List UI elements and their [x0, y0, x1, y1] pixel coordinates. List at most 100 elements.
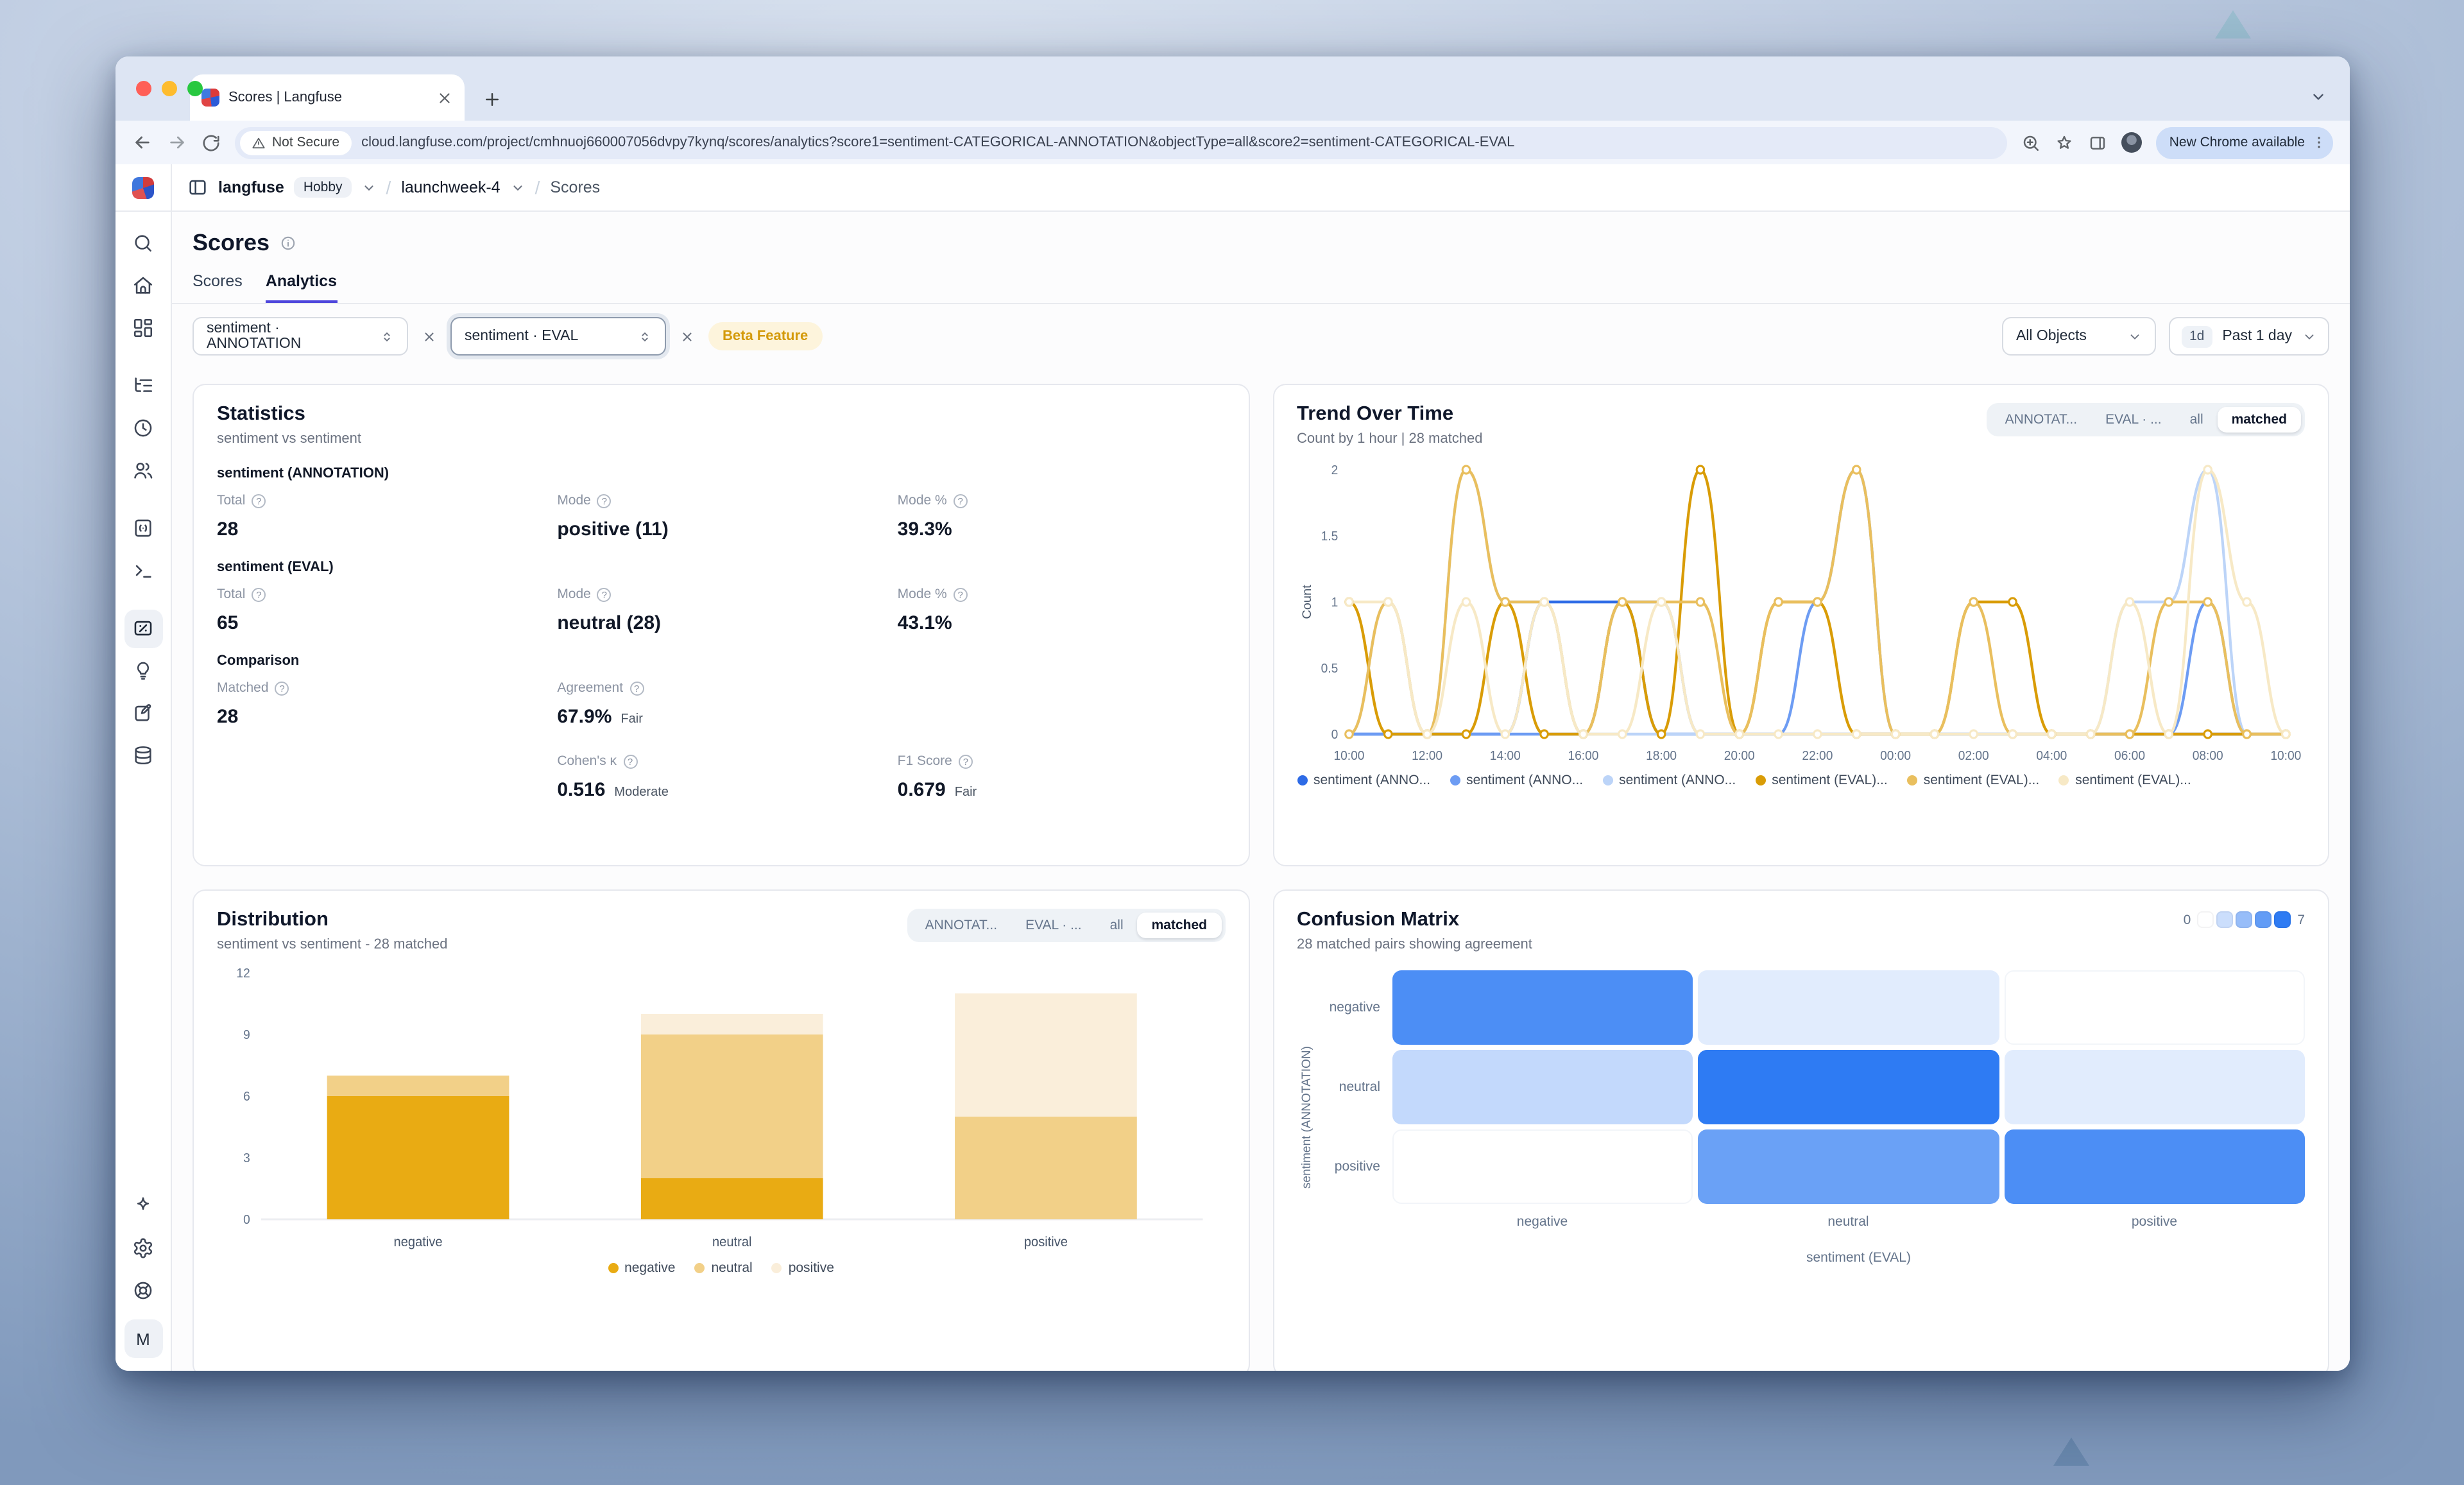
zoom-icon[interactable]: [2022, 133, 2041, 152]
distribution-segment-all[interactable]: all: [1096, 913, 1138, 938]
not-secure-badge[interactable]: Not Secure: [240, 130, 351, 155]
confusion-cell-negative-positive[interactable]: [2004, 970, 2305, 1045]
help-icon[interactable]: [597, 587, 612, 601]
confusion-cell-positive-neutral[interactable]: [1698, 1129, 1999, 1204]
distribution-segment-matched[interactable]: matched: [1138, 913, 1221, 938]
side-panel-icon[interactable]: [2089, 133, 2108, 152]
trend-legend-item[interactable]: sentiment (EVAL)...: [2058, 773, 2191, 788]
trend-segment-eval[interactable]: EVAL · ...: [2091, 407, 2176, 433]
confusion-cell-neutral-neutral[interactable]: [1698, 1050, 1999, 1124]
trend-legend-item[interactable]: sentiment (ANNO...: [1297, 773, 1430, 788]
trend-segment-matched[interactable]: matched: [2218, 407, 2301, 433]
distribution-legend-item[interactable]: negative: [608, 1260, 675, 1276]
confusion-row: neutral: [1317, 1050, 2305, 1124]
trend-legend-item[interactable]: sentiment (EVAL)...: [1907, 773, 2040, 788]
back-icon[interactable]: [132, 132, 153, 153]
trend-legend-item[interactable]: sentiment (ANNO...: [1450, 773, 1583, 788]
new-tab-button[interactable]: [483, 90, 502, 109]
tab-close-icon[interactable]: [436, 89, 453, 106]
svg-text:0.5: 0.5: [1321, 662, 1338, 676]
confusion-col-labels: negativeneutralpositive: [1392, 1214, 2305, 1230]
bookmark-star-icon[interactable]: [2055, 133, 2075, 152]
close-window-button[interactable]: [136, 81, 151, 96]
users-icon[interactable]: [124, 451, 162, 490]
time-range-select[interactable]: 1d Past 1 day: [2169, 317, 2329, 356]
sidebar: M: [116, 212, 172, 1371]
confusion-cell-negative-negative[interactable]: [1392, 970, 1693, 1045]
user-avatar[interactable]: M: [124, 1319, 162, 1358]
fullscreen-window-button[interactable]: [187, 81, 203, 96]
search-icon[interactable]: [124, 224, 162, 262]
distribution-legend-item[interactable]: positive: [772, 1260, 834, 1276]
trend-legend-item[interactable]: sentiment (ANNO...: [1602, 773, 1736, 788]
trend-segment-annotat[interactable]: ANNOTAT...: [1991, 407, 2091, 433]
confusion-cell-positive-negative[interactable]: [1392, 1129, 1693, 1204]
distribution-segment-annotat[interactable]: ANNOTAT...: [911, 913, 1011, 938]
reload-icon[interactable]: [201, 133, 221, 152]
stat-modepct-eval: Mode % 43.1%: [898, 587, 1225, 634]
help-icon[interactable]: [954, 494, 968, 508]
score2-select[interactable]: sentiment · EVAL: [450, 317, 666, 356]
svg-text:16:00: 16:00: [1567, 749, 1598, 763]
browser-tab[interactable]: Scores | Langfuse: [190, 74, 465, 121]
trend-segment-all[interactable]: all: [2176, 407, 2218, 433]
confusion-cell-negative-neutral[interactable]: [1698, 970, 1999, 1045]
trend-title: Trend Over Time: [1297, 403, 1482, 426]
settings-gear-icon[interactable]: [124, 1229, 162, 1267]
statistics-panel: Statistics sentiment vs sentiment sentim…: [193, 384, 1249, 866]
support-lifebuoy-icon[interactable]: [124, 1271, 162, 1310]
help-icon[interactable]: [623, 754, 637, 768]
confusion-cell-positive-positive[interactable]: [2004, 1129, 2305, 1204]
home-icon[interactable]: [124, 266, 162, 305]
project-chevron-icon[interactable]: [511, 180, 525, 194]
tracing-icon[interactable]: [124, 366, 162, 405]
distribution-legend-item[interactable]: neutral: [694, 1260, 752, 1276]
help-icon[interactable]: [252, 494, 266, 508]
tab-search-icon[interactable]: [2310, 89, 2327, 105]
distribution-segment-eval[interactable]: EVAL · ...: [1011, 913, 1096, 938]
langfuse-app: langfuse Hobby / launchweek-4 / Scores: [116, 164, 2350, 1371]
annotation-icon[interactable]: [124, 694, 162, 732]
dashboards-icon[interactable]: [124, 309, 162, 347]
chevrons-up-down-icon: [638, 329, 652, 343]
prompts-icon[interactable]: [124, 509, 162, 547]
svg-text:04:00: 04:00: [2035, 749, 2066, 763]
minimize-window-button[interactable]: [162, 81, 177, 96]
score1-select[interactable]: sentiment · ANNOTATION: [193, 317, 408, 356]
org-chevron-icon[interactable]: [362, 180, 376, 194]
remove-score1-icon[interactable]: [420, 329, 439, 343]
tab-scores[interactable]: Scores: [193, 272, 243, 303]
help-icon[interactable]: [597, 494, 612, 508]
logo-cell: [116, 164, 172, 210]
chrome-update-button[interactable]: New Chrome available: [2157, 126, 2333, 159]
sidebar-toggle-icon[interactable]: [187, 177, 208, 198]
stat-total-annotation: Total 28: [217, 493, 544, 540]
object-type-select[interactable]: All Objects: [2002, 317, 2156, 356]
forward-icon[interactable]: [167, 132, 187, 153]
menu-dots-icon: [2311, 135, 2327, 150]
svg-text:neutral: neutral: [712, 1235, 751, 1249]
help-icon[interactable]: [252, 587, 266, 601]
remove-score2-icon[interactable]: [678, 329, 697, 343]
playground-terminal-icon[interactable]: [124, 551, 162, 590]
sessions-clock-icon[interactable]: [124, 409, 162, 447]
chevron-down-icon: [2302, 329, 2316, 343]
org-name[interactable]: langfuse: [218, 178, 284, 196]
help-icon[interactable]: [275, 681, 289, 695]
profile-avatar[interactable]: [2122, 132, 2143, 153]
address-bar[interactable]: Not Secure cloud.langfuse.com/project/cm…: [235, 126, 2008, 159]
confusion-cell-neutral-positive[interactable]: [2004, 1050, 2305, 1124]
sidebar-item-scores[interactable]: [124, 609, 162, 648]
datasets-icon[interactable]: [124, 736, 162, 775]
whats-new-sparkle-icon[interactable]: [124, 1187, 162, 1225]
help-icon[interactable]: [959, 754, 973, 768]
info-icon[interactable]: [280, 235, 296, 252]
project-name[interactable]: launchweek-4: [401, 178, 500, 196]
evaluation-lightbulb-icon[interactable]: [124, 651, 162, 690]
help-icon[interactable]: [954, 587, 968, 601]
svg-text:20:00: 20:00: [1724, 749, 1754, 763]
help-icon[interactable]: [629, 681, 644, 695]
tab-analytics[interactable]: Analytics: [266, 272, 337, 303]
trend-legend-item[interactable]: sentiment (EVAL)...: [1755, 773, 1888, 788]
confusion-cell-neutral-negative[interactable]: [1392, 1050, 1693, 1124]
